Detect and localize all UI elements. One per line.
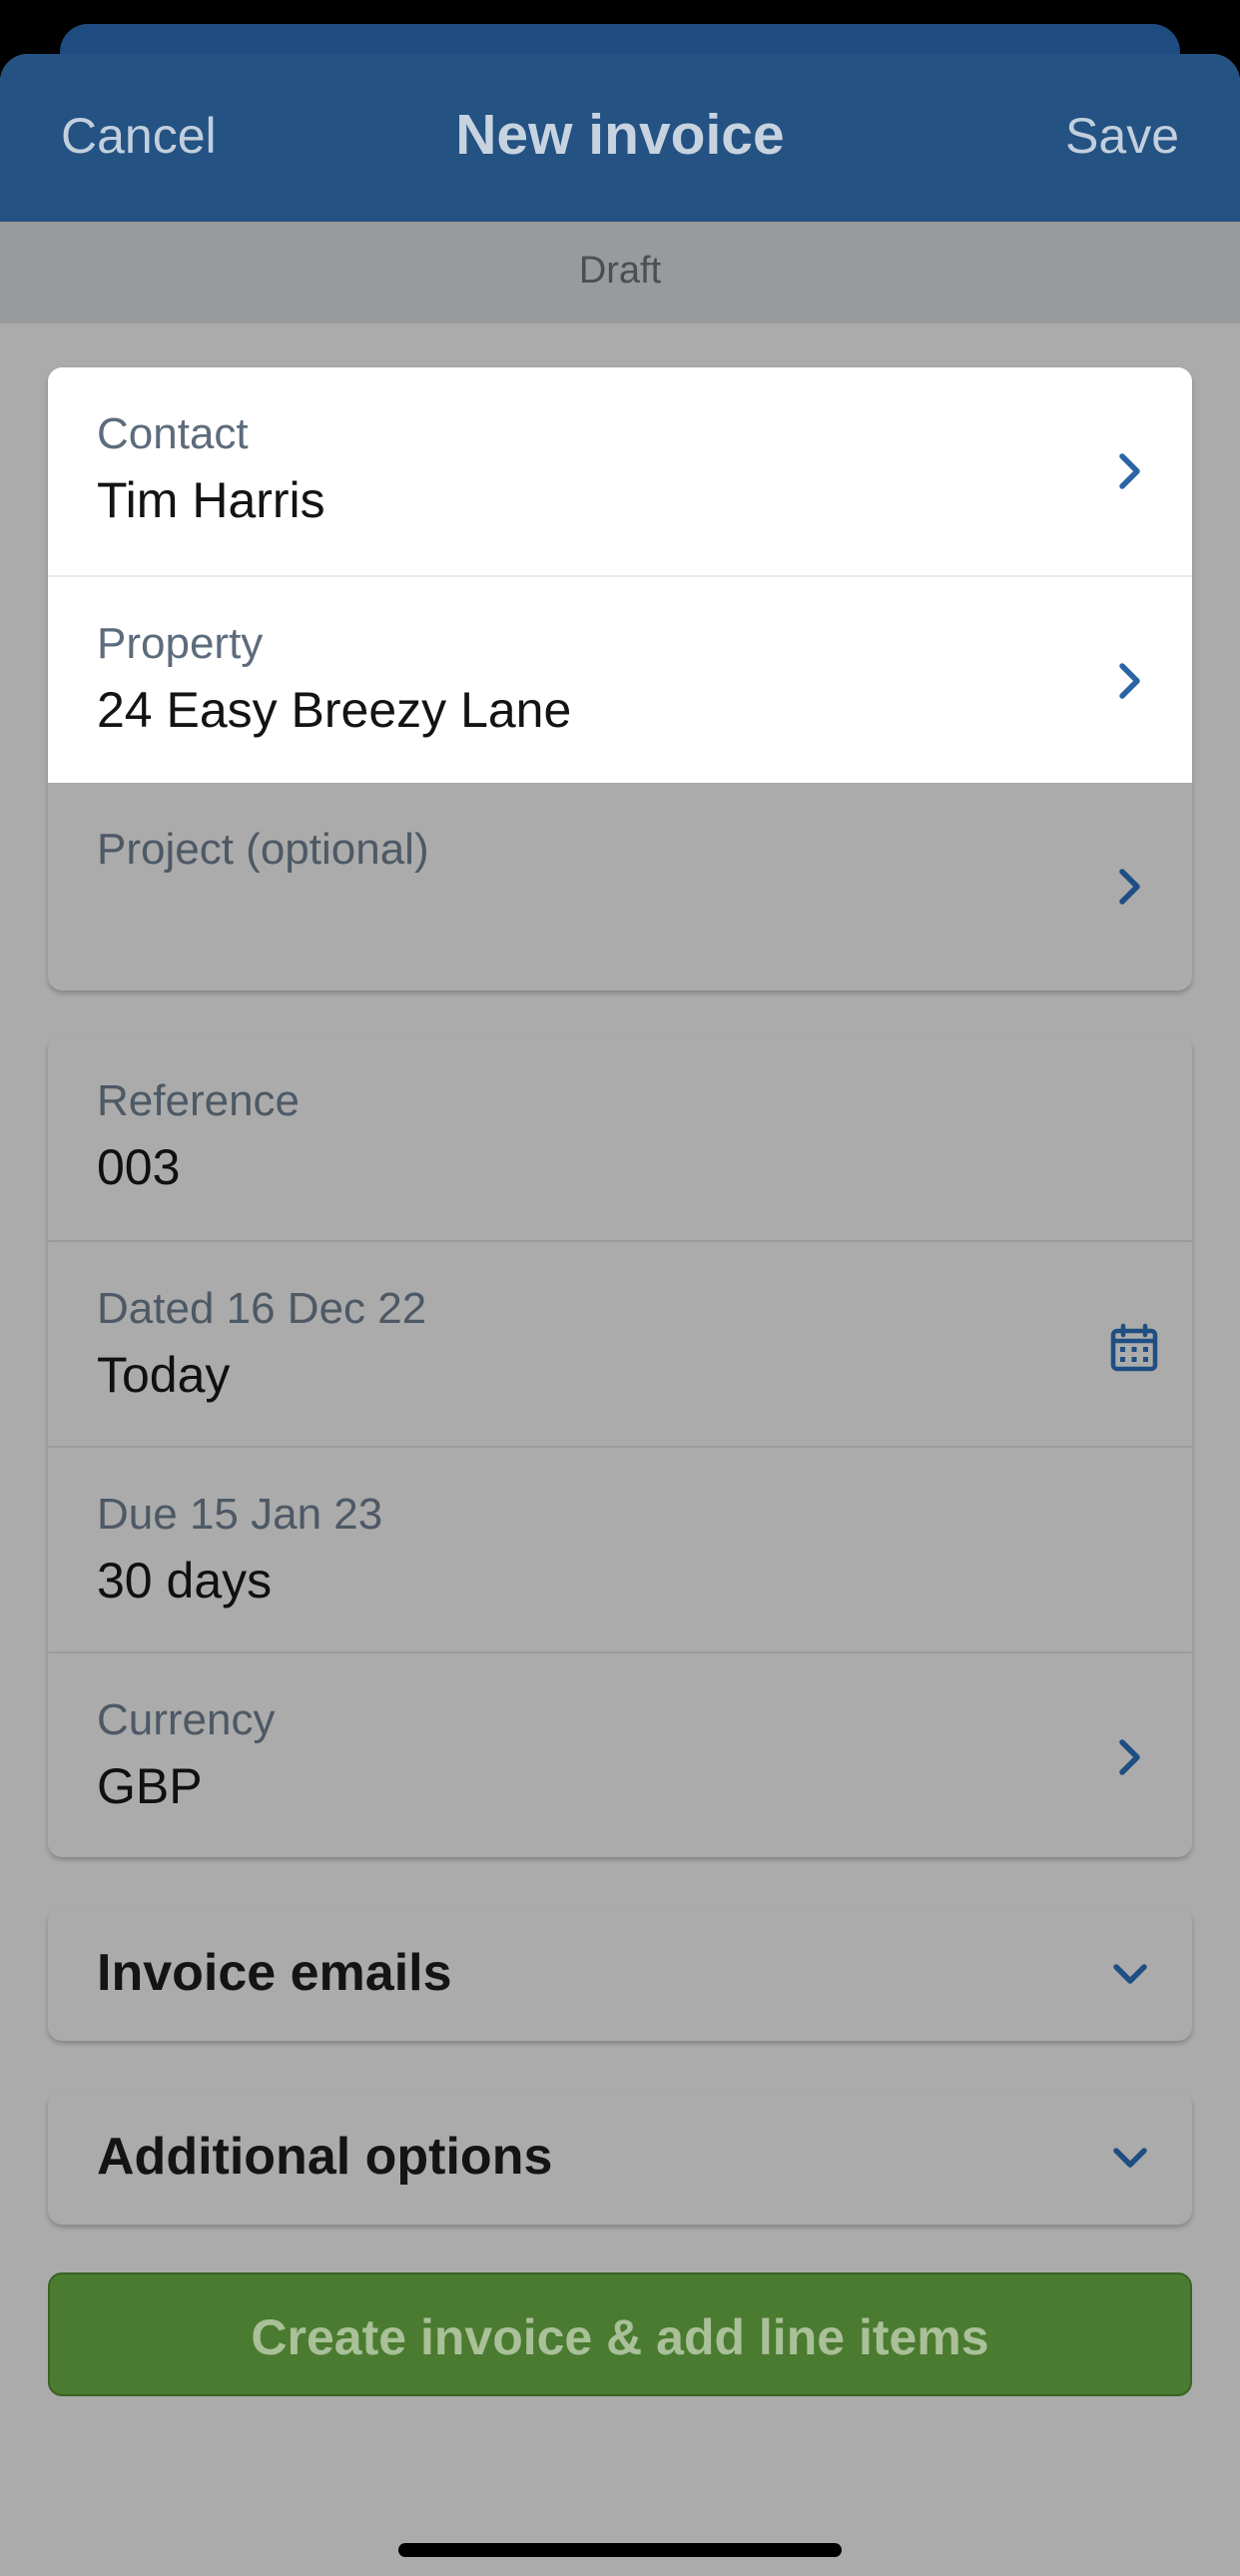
property-value: 24 Easy Breezy Lane [97, 682, 572, 738]
additional-options-title: Additional options [97, 2128, 553, 2186]
calendar-icon[interactable] [1108, 1322, 1160, 1374]
dated-label: Dated 16 Dec 22 [97, 1284, 427, 1333]
currency-label: Currency [97, 1695, 276, 1744]
due-label: Due 15 Jan 23 [97, 1490, 383, 1539]
invoice-settings-card: Reference 003 Dated 16 Dec 22 Today Due … [48, 1034, 1192, 1857]
property-row[interactable]: Property 24 Easy Breezy Lane [48, 575, 1192, 783]
dated-value: Today [97, 1347, 231, 1403]
contact-value: Tim Harris [97, 472, 325, 528]
chevron-down-icon [1108, 2136, 1152, 2180]
chevron-down-icon [1108, 1952, 1152, 1996]
details-card: Contact Tim Harris Property 24 Easy Bree… [48, 367, 1192, 990]
contact-label: Contact [97, 409, 249, 458]
additional-options-section[interactable]: Additional options [48, 2091, 1192, 2225]
invoice-sheet: Cancel New invoice Save Draft Contact Ti… [0, 54, 1240, 2576]
chevron-right-icon [1108, 865, 1152, 909]
reference-row[interactable]: Reference 003 [48, 1034, 1192, 1240]
dated-row[interactable]: Dated 16 Dec 22 Today [48, 1240, 1192, 1446]
project-row[interactable]: Project (optional) [48, 783, 1192, 990]
nav-bar: Cancel New invoice Save [0, 54, 1240, 222]
chevron-right-icon [1108, 659, 1152, 703]
page-title: New invoice [455, 103, 785, 167]
invoice-emails-section[interactable]: Invoice emails [48, 1907, 1192, 2041]
due-value: 30 days [97, 1553, 273, 1609]
create-invoice-label: Create invoice & add line items [251, 2309, 989, 2365]
due-row[interactable]: Due 15 Jan 23 30 days [48, 1446, 1192, 1651]
currency-value: GBP [97, 1758, 203, 1814]
chevron-right-icon [1108, 449, 1152, 493]
currency-row[interactable]: Currency GBP [48, 1651, 1192, 1857]
home-indicator[interactable] [398, 2543, 842, 2557]
status-banner: Draft [0, 222, 1240, 323]
status-text: Draft [578, 250, 662, 292]
reference-label: Reference [97, 1076, 301, 1125]
save-button[interactable]: Save [1065, 107, 1179, 165]
reference-value: 003 [97, 1139, 181, 1195]
invoice-emails-title: Invoice emails [97, 1944, 452, 2002]
project-label: Project (optional) [97, 825, 429, 874]
property-label: Property [97, 619, 264, 668]
chevron-right-icon [1108, 1735, 1152, 1779]
create-invoice-button[interactable]: Create invoice & add line items [48, 2272, 1192, 2396]
contact-row[interactable]: Contact Tim Harris [48, 367, 1192, 575]
